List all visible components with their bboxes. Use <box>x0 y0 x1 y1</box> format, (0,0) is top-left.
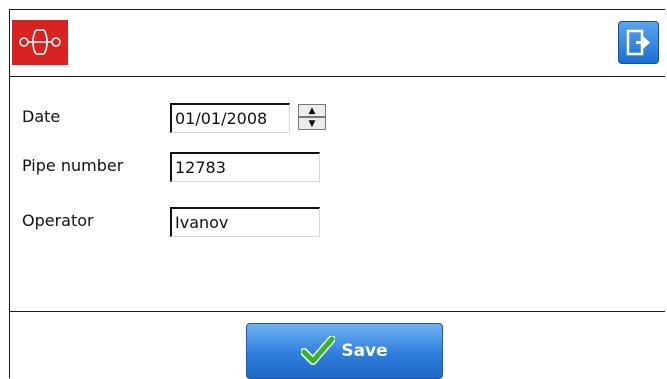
operator-label: Operator <box>22 211 94 230</box>
operator-field[interactable]: Ivanov <box>170 207 320 237</box>
pipe-number-row: Pipe number 12783 <box>10 152 665 182</box>
save-button[interactable]: Save <box>246 323 443 379</box>
date-spinner: ▲ ▼ <box>298 104 326 130</box>
operator-row: Operator Ivanov <box>10 207 665 237</box>
footer-bar: Save <box>10 312 665 379</box>
date-increment-button[interactable]: ▲ <box>298 104 326 117</box>
valve-logo-icon <box>19 29 61 55</box>
exit-icon <box>626 29 650 56</box>
pipe-number-field[interactable]: 12783 <box>170 152 320 182</box>
exit-button[interactable] <box>618 21 659 64</box>
app-window: Date 01/01/2008 ▲ ▼ Pipe number 12783 Op… <box>9 9 665 379</box>
arrow-down-icon: ▼ <box>308 118 316 129</box>
date-row: Date 01/01/2008 ▲ ▼ <box>10 103 665 133</box>
checkmark-icon <box>301 336 336 365</box>
date-decrement-button[interactable]: ▼ <box>298 117 326 130</box>
save-button-label: Save <box>341 341 388 361</box>
company-logo <box>12 20 68 65</box>
header-bar <box>10 10 665 77</box>
pipe-number-label: Pipe number <box>22 156 124 175</box>
arrow-up-icon: ▲ <box>308 105 316 116</box>
form-panel: Date 01/01/2008 ▲ ▼ Pipe number 12783 Op… <box>10 77 665 312</box>
date-label: Date <box>22 107 61 126</box>
date-field[interactable]: 01/01/2008 <box>170 103 290 133</box>
